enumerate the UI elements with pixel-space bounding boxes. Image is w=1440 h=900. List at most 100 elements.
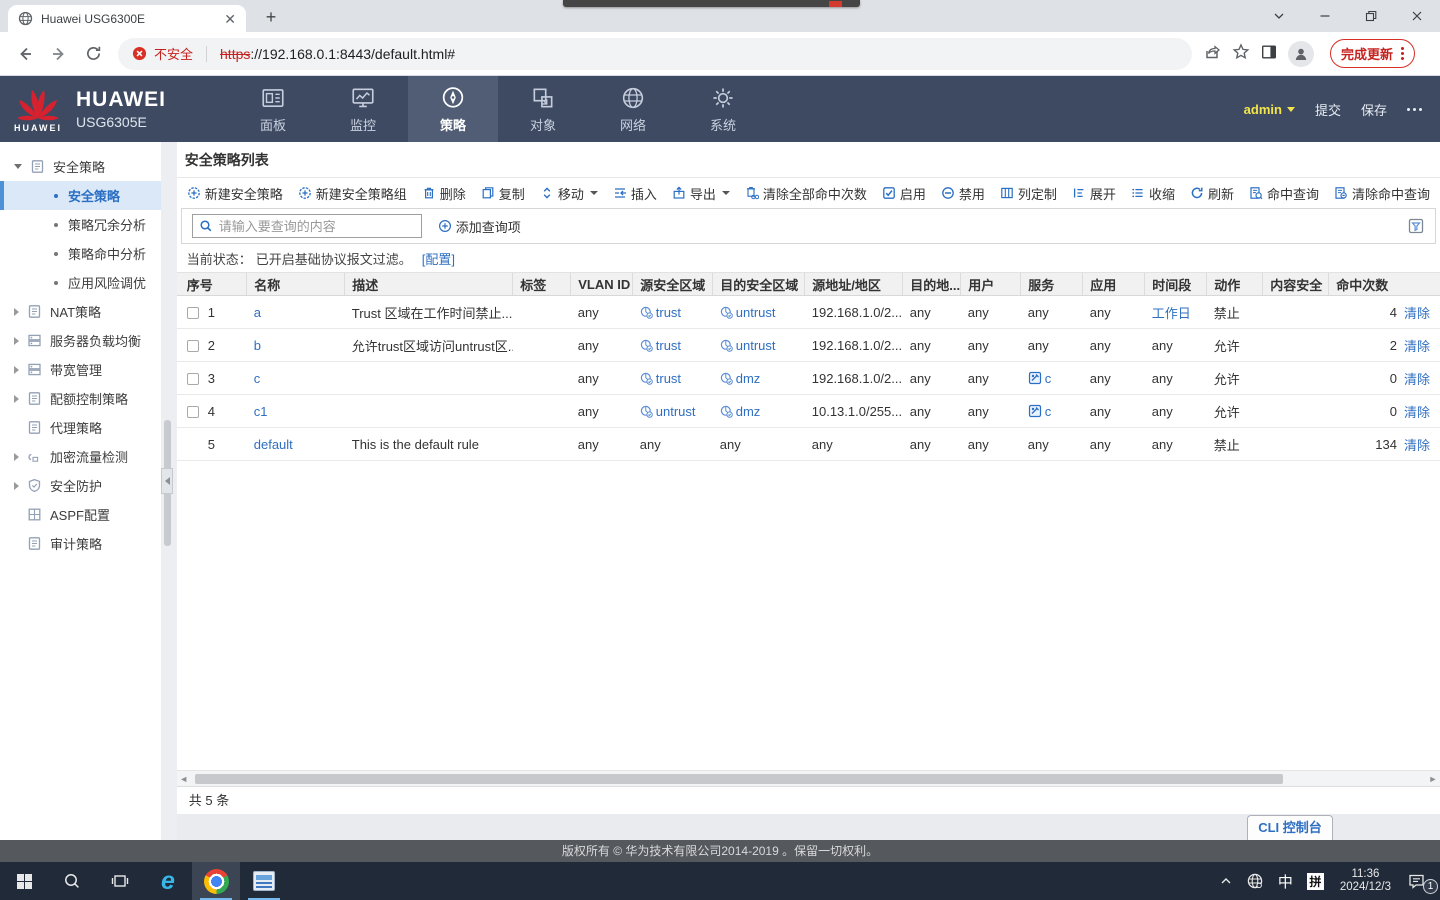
more-icon[interactable] [1407,108,1422,111]
scrollbar-thumb[interactable] [195,774,1283,784]
copy-button[interactable]: 复制 [481,184,525,203]
clear-all-hits-button[interactable]: 清除全部命中次数 [745,184,867,203]
taskbar-app-button[interactable] [240,862,288,900]
collapse-button[interactable]: 收缩 [1131,184,1175,203]
window-close-icon[interactable] [1394,0,1440,32]
delete-button[interactable]: 删除 [422,184,466,203]
clear-hits-link[interactable]: 清除 [1404,336,1430,355]
policy-name-link[interactable]: a [254,305,261,320]
url-text[interactable]: https://192.168.0.1:8443/default.html# [220,46,455,62]
sidebar-item-app-risk-tuning[interactable]: 应用风险调优 [0,268,161,297]
move-button[interactable]: 移动 [540,184,598,203]
disable-button[interactable]: 禁用 [941,184,985,203]
ime-mode-indicator[interactable]: 拼 [1300,862,1331,900]
configure-link[interactable]: [配置] [422,249,455,268]
sidebar-item-security-policy[interactable]: 安全策略 [0,181,161,210]
window-chevron-icon[interactable] [1256,0,1302,32]
nav-item-dashboard[interactable]: 面板 [228,76,318,142]
taskbar-clock[interactable]: 11:362024/12/3 [1331,868,1400,894]
taskbar-search-button[interactable] [48,862,96,900]
taskbar-ie-button[interactable]: e [144,862,192,900]
enable-button[interactable]: 启用 [882,184,926,203]
sidebar-item-policy-hit-analysis[interactable]: 策略命中分析 [0,239,161,268]
nav-item-monitor[interactable]: 监控 [318,76,408,142]
ime-language-indicator[interactable]: 中 [1271,862,1300,900]
time-range-link[interactable]: 工作日 [1152,306,1191,321]
nav-item-system[interactable]: 系统 [678,76,768,142]
start-button[interactable] [0,862,48,900]
create-policy-button[interactable]: 新建安全策略 [187,184,283,203]
browser-tab[interactable]: Huawei USG6300E ✕ [8,5,246,32]
tab-close-icon[interactable]: ✕ [224,12,236,26]
horizontal-scrollbar[interactable]: ◄ ► [177,770,1440,786]
clear-hits-link[interactable]: 清除 [1404,369,1430,388]
sidebar-group-encrypted-traffic[interactable]: 加密流量检测 [0,442,161,471]
refresh-button[interactable]: 刷新 [1190,184,1234,203]
sidebar-collapse-handle[interactable] [161,468,173,494]
submit-button[interactable]: 提交 [1315,100,1341,119]
clear-hits-link[interactable]: 清除 [1404,402,1430,421]
back-icon[interactable] [8,37,42,71]
row-checkbox[interactable] [187,307,199,319]
scroll-right-icon[interactable]: ► [1426,774,1440,784]
clear-hit-query-icon [1334,186,1348,200]
sidebar-group-nat-policy[interactable]: NAT策略 [0,297,161,326]
sidebar-item-proxy-policy[interactable]: 代理策略 [0,413,161,442]
forward-icon[interactable] [42,37,76,71]
profile-avatar[interactable] [1288,41,1314,67]
hidden-icons-chevron[interactable] [1213,862,1239,900]
user-menu[interactable]: admin [1244,102,1295,117]
sidebar-group-bandwidth[interactable]: 带宽管理 [0,355,161,384]
sidebar-group-quota-control[interactable]: 配额控制策略 [0,384,161,413]
sidebar-item-aspf-config[interactable]: ASPF配置 [0,500,161,529]
sidebar-group-security-policy[interactable]: 安全策略 [0,152,161,181]
policy-name-link[interactable]: default [254,437,293,452]
row-checkbox[interactable] [187,373,199,385]
window-restore-icon[interactable] [1348,0,1394,32]
new-tab-button[interactable]: + [258,5,284,31]
export-button[interactable]: 导出 [672,184,730,203]
row-checkbox[interactable] [187,340,199,352]
row-checkbox[interactable] [187,406,199,418]
search-box[interactable] [192,214,422,238]
policy-name-link[interactable]: c [254,371,261,386]
zone-icon [640,405,653,418]
task-view-button[interactable] [96,862,144,900]
security-label[interactable]: 不安全 [154,44,193,63]
clear-hits-link[interactable]: 清除 [1404,435,1430,454]
sidebar-item-audit-policy[interactable]: 审计策略 [0,529,161,558]
notification-center-button[interactable]: 1 [1400,862,1440,900]
window-minimize-icon[interactable] [1302,0,1348,32]
chevron-right-icon [14,337,19,345]
side-panel-icon[interactable] [1260,43,1278,64]
insert-button[interactable]: 插入 [613,184,657,203]
policy-name-link[interactable]: c1 [254,404,268,419]
create-policy-group-button[interactable]: 新建安全策略组 [298,184,407,203]
clear-hits-link[interactable]: 清除 [1404,303,1430,322]
nav-item-policy[interactable]: 策略 [408,76,498,142]
nav-item-network[interactable]: 网络 [588,76,678,142]
browser-update-button[interactable]: 完成更新 [1330,39,1415,68]
share-icon[interactable] [1204,43,1222,64]
cli-console-button[interactable]: CLI 控制台 [1247,815,1333,840]
policy-name-link[interactable]: b [254,338,261,353]
column-customize-button[interactable]: 列定制 [1000,184,1057,203]
save-button[interactable]: 保存 [1361,100,1387,119]
sidebar-item-policy-redundancy[interactable]: 策略冗余分析 [0,210,161,239]
search-input[interactable] [219,219,415,234]
expand-button[interactable]: 展开 [1072,184,1116,203]
taskbar-chrome-button[interactable] [192,862,240,900]
hit-query-button[interactable]: 命中查询 [1249,184,1319,203]
address-bar[interactable]: 不安全 https://192.168.0.1:8443/default.htm… [118,38,1192,70]
scroll-left-icon[interactable]: ◄ [177,774,191,784]
bookmark-star-icon[interactable] [1232,43,1250,64]
sidebar-group-security-protection[interactable]: 安全防护 [0,471,161,500]
nav-item-object[interactable]: 对象 [498,76,588,142]
network-globe-icon[interactable] [1239,862,1271,900]
add-query-button[interactable]: 添加查询项 [438,217,521,236]
advanced-query-icon[interactable] [1407,217,1425,235]
clear-hit-query-button[interactable]: 清除命中查询 [1334,184,1430,203]
refresh-icon[interactable] [76,37,110,71]
kebab-menu-icon[interactable] [1401,47,1404,60]
sidebar-group-server-load-balance[interactable]: 服务器负载均衡 [0,326,161,355]
